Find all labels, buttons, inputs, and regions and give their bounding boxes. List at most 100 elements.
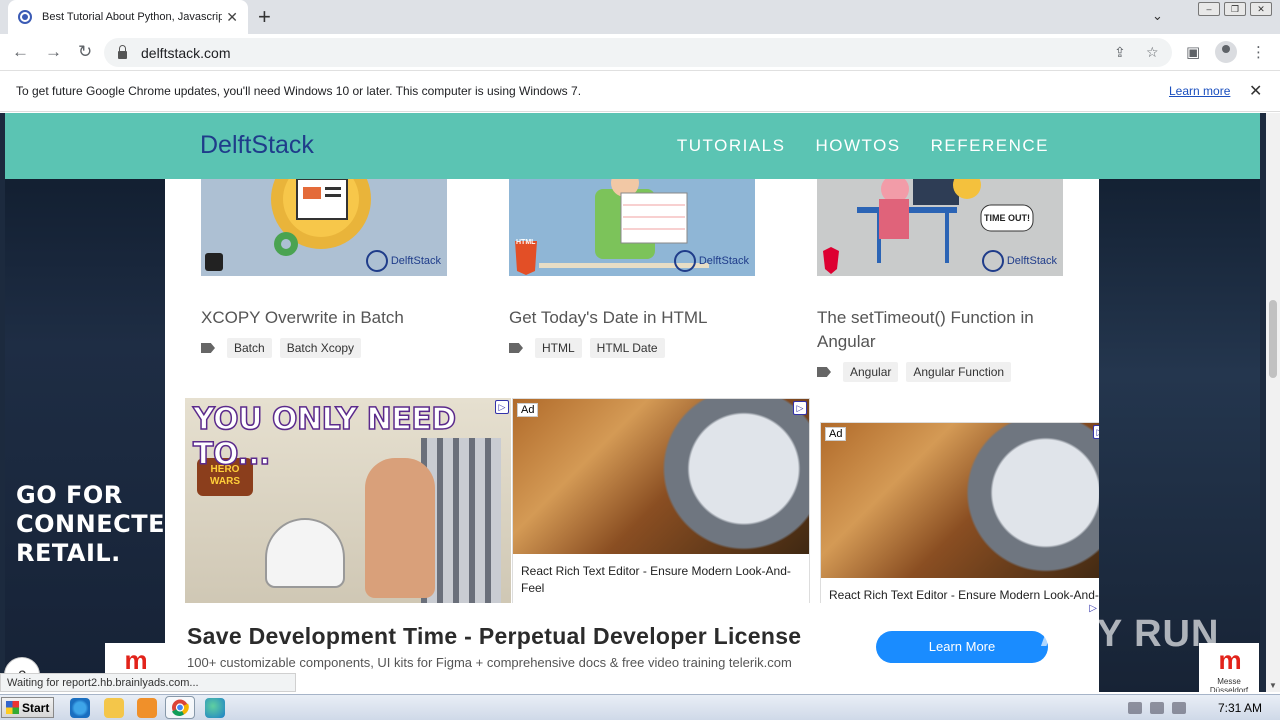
tag[interactable]: Angular Function [906, 362, 1012, 382]
scroll-down-arrow-icon[interactable]: ▼ [1269, 681, 1277, 690]
timeout-bubble-text: TIME OUT! [984, 213, 1030, 223]
tag[interactable]: HTML [535, 338, 582, 358]
hero-wars-ad[interactable]: HERO WARS YOU ONLY NEED TO... ▷ [185, 398, 511, 608]
more-menu-icon[interactable]: ⋮ [1251, 43, 1266, 61]
article-title[interactable]: Get Today's Date in HTML [509, 306, 755, 330]
html5-logo-text: HTML [516, 239, 536, 246]
bookmark-star-icon[interactable]: ☆ [1146, 44, 1159, 61]
share-icon[interactable]: ⇪ [1114, 44, 1126, 61]
article-thumbnail[interactable]: TIME OUT! DelftStack [817, 179, 1063, 276]
bottom-banner-ad[interactable]: Save Development Time - Perpetual Develo… [165, 603, 1099, 692]
start-label: Start [22, 700, 50, 715]
tag[interactable]: Batch Xcopy [279, 338, 362, 358]
nav-howtos[interactable]: HOWTOS [815, 136, 900, 156]
article-card: DelftStack XCOPY Overwrite in Batch Batc… [201, 179, 447, 358]
internet-explorer-icon[interactable] [70, 698, 90, 718]
url-text: delftstack.com [141, 44, 231, 61]
article-title[interactable]: The setTimeout() Function in Angular [817, 306, 1063, 354]
reload-icon[interactable]: ↻ [78, 42, 92, 62]
lock-icon[interactable] [118, 44, 127, 59]
article-card: TIME OUT! DelftStack The setTimeout() Fu… [817, 179, 1063, 382]
ad-label: Ad [517, 403, 539, 417]
article-thumbnail[interactable]: HTML DelftStack [509, 179, 755, 276]
infobar-message: To get future Google Chrome updates, you… [16, 84, 582, 98]
article-thumbnail[interactable]: DelftStack [201, 179, 447, 276]
tag[interactable]: Angular [843, 362, 899, 382]
delftstack-badge: DelftStack [982, 250, 1057, 272]
close-tab-icon[interactable]: ✕ [226, 9, 238, 26]
tab-title: Best Tutorial About Python, Javascript [42, 11, 222, 23]
article-tags: HTML HTML Date [509, 338, 755, 358]
right-rail-ad[interactable] [1099, 113, 1260, 692]
media-player-icon[interactable] [137, 698, 157, 718]
clock[interactable]: 7:31 AM [1218, 701, 1262, 715]
anyrun-watermark: ANY RUN [1040, 613, 1220, 655]
side-panel-icon[interactable]: ▣ [1186, 43, 1200, 61]
volume-icon[interactable] [1128, 702, 1142, 714]
article-card: HTML DelftStack Get Today's Date in HTML… [509, 179, 755, 358]
ad-character [365, 458, 435, 598]
site-header: DelftStack TUTORIALS HOWTOS REFERENCE [165, 113, 1099, 179]
windows-taskbar: Start 7:31 AM [0, 694, 1280, 720]
article-tags: Angular Angular Function [817, 362, 1063, 382]
left-rail-ad-text: GO FOR CONNECTED RETAIL. [16, 481, 186, 567]
file-explorer-icon[interactable] [104, 698, 124, 718]
banner-title: Save Development Time - Perpetual Develo… [187, 623, 802, 649]
tag[interactable]: HTML Date [589, 338, 665, 358]
edge-icon[interactable] [205, 698, 225, 718]
back-arrow-icon[interactable]: ← [12, 42, 29, 62]
messe-label: Messe Düsseldorf [1209, 677, 1249, 692]
banner-subtitle: 100+ customizable components, UI kits fo… [187, 655, 792, 670]
system-tray: 7:31 AM [1120, 695, 1280, 720]
browser-tab[interactable]: Best Tutorial About Python, Javascript ✕ [8, 0, 248, 34]
delftstack-badge: DelftStack [674, 250, 749, 272]
scrollbar-thumb[interactable] [1269, 300, 1277, 378]
adchoices-icon[interactable]: ▷ [495, 400, 509, 414]
browser-toolbar: ← → ↻ delftstack.com ⇪ ☆ ▣ ⋮ [0, 34, 1280, 71]
close-infobar-icon[interactable]: ✕ [1249, 81, 1262, 101]
ad-toilet [265, 518, 345, 588]
nav-reference[interactable]: REFERENCE [931, 136, 1049, 156]
forward-arrow-icon[interactable]: → [45, 42, 62, 62]
site-logo[interactable]: DelftStack [200, 131, 314, 160]
maximize-icon[interactable]: ❐ [1224, 2, 1246, 16]
page-scrollbar[interactable]: ▼ [1266, 113, 1280, 692]
update-infobar: To get future Google Chrome updates, you… [0, 72, 1280, 112]
close-window-icon[interactable]: ✕ [1250, 2, 1272, 16]
ad-image: Ad ▷ [513, 399, 809, 554]
tag[interactable]: Batch [227, 338, 272, 358]
ad-label: Ad [825, 427, 847, 441]
status-bubble: Waiting for report2.hb.brainlyads.com... [0, 673, 296, 692]
action-center-flag-icon[interactable] [1172, 702, 1186, 714]
site-nav: TUTORIALS HOWTOS REFERENCE [677, 136, 1049, 156]
chrome-taskbar-icon[interactable] [165, 696, 195, 719]
learn-more-link[interactable]: Learn more [1169, 84, 1230, 98]
adchoices-icon[interactable]: ▷ [793, 401, 807, 415]
windows-logo-icon [6, 701, 19, 714]
start-button[interactable]: Start [1, 697, 54, 718]
site-favicon-icon [18, 10, 32, 24]
new-tab-icon[interactable]: + [258, 4, 271, 30]
left-rail-ad[interactable] [5, 113, 165, 692]
nav-tutorials[interactable]: TUTORIALS [677, 136, 786, 156]
ad-image: Ad ▷ [821, 423, 1099, 578]
tag-icon [201, 343, 215, 353]
address-bar[interactable]: delftstack.com ⇪ ☆ [104, 38, 1172, 67]
article-title[interactable]: XCOPY Overwrite in Batch [201, 306, 447, 330]
adchoices-icon[interactable]: ▷ [1093, 425, 1099, 439]
network-icon[interactable] [1150, 702, 1164, 714]
chevron-down-icon[interactable]: ⌄ [1152, 8, 1163, 24]
ad-text: React Rich Text Editor - Ensure Modern L… [521, 564, 791, 595]
article-tags: Batch Batch Xcopy [201, 338, 447, 358]
tab-strip: Best Tutorial About Python, Javascript ✕… [0, 0, 1280, 34]
minimize-icon[interactable]: – [1198, 2, 1220, 16]
profile-avatar-icon[interactable] [1215, 41, 1237, 63]
banner-learn-more-button[interactable]: Learn More [876, 631, 1048, 663]
ad-card[interactable]: Ad ▷ React Rich Text Editor - Ensure Mod… [820, 422, 1099, 614]
delftstack-badge: DelftStack [366, 250, 441, 272]
ad-card[interactable]: Ad ▷ React Rich Text Editor - Ensure Mod… [512, 398, 810, 607]
tag-icon [509, 343, 523, 353]
window-controls: – ❐ ✕ [1198, 2, 1272, 16]
page-viewport: GO FOR CONNECTED RETAIL. DelftStack TUTORI… [0, 113, 1266, 692]
tag-icon [817, 367, 831, 377]
